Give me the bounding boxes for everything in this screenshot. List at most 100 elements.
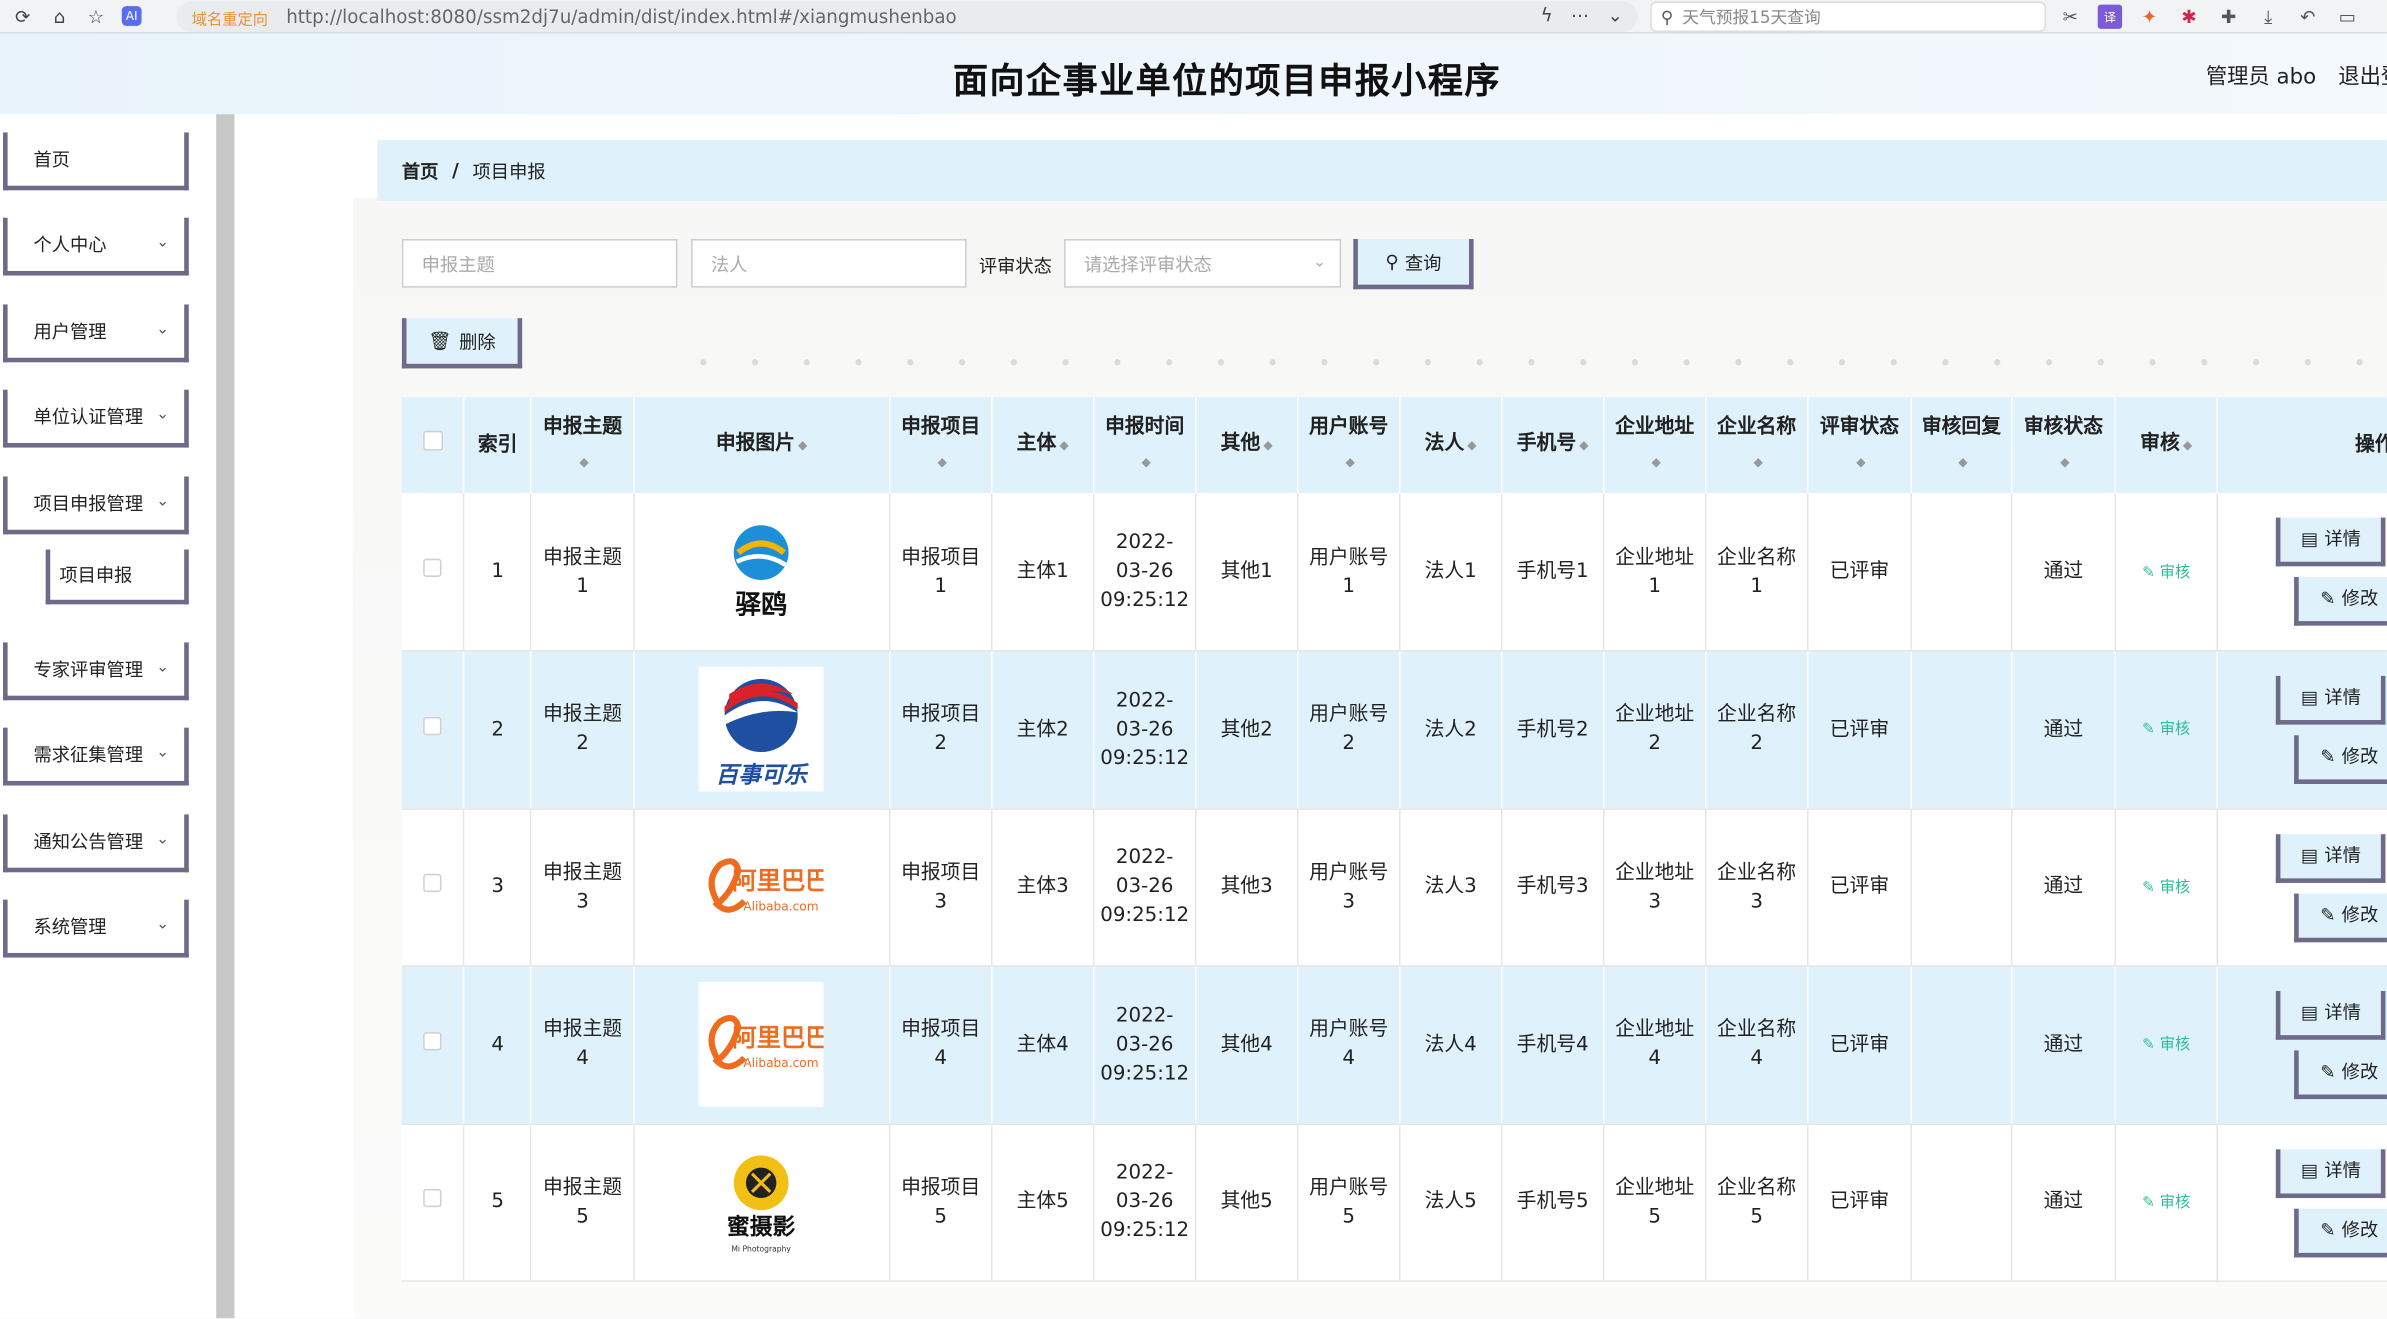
sort-icon[interactable]: ◆ [2183, 438, 2192, 452]
detail-button[interactable]: ▤ 详情 [2276, 675, 2386, 725]
translate-icon[interactable]: 译 [2097, 4, 2123, 29]
row-checkbox[interactable] [423, 874, 442, 893]
logout-link[interactable]: 退出登 [2338, 61, 2387, 91]
audit-link[interactable]: ✎ 审核 [2142, 1037, 2190, 1054]
status-select[interactable]: 请选择评审状态 ⌄ [1064, 239, 1342, 288]
sort-icon[interactable]: ◆ [798, 438, 807, 452]
sidebar-item-unit-auth[interactable]: 单位认证管理 ⌄ [3, 389, 189, 448]
column-header[interactable]: 申报时间◆ [1093, 397, 1197, 494]
lightning-icon[interactable]: ϟ [1541, 5, 1553, 26]
edit-button[interactable]: ✎ 修改 [2294, 735, 2387, 784]
table-row[interactable]: 4 申报主题4 阿里巴巴 Alibaba.com 申报项目4 主体4 2022-0… [401, 965, 2387, 1125]
ai-icon[interactable]: AI [121, 6, 142, 26]
audit-cell[interactable]: ✎ 审核 [2114, 965, 2219, 1125]
detail-button[interactable]: ▤ 详情 [2276, 991, 2386, 1040]
sort-icon[interactable]: ◆ [938, 455, 947, 469]
undo-icon[interactable]: ↶ [2296, 5, 2320, 29]
column-header[interactable]: 用户账号◆ [1297, 397, 1401, 494]
delete-button[interactable]: 🗑 删除 [401, 318, 523, 369]
sort-icon[interactable]: ◆ [1263, 438, 1272, 452]
sidebar-item-system[interactable]: 系统管理 ⌄ [3, 899, 189, 958]
sort-icon[interactable]: ◆ [579, 455, 588, 469]
sort-icon[interactable]: ◆ [1467, 438, 1476, 452]
row-checkbox[interactable] [423, 716, 442, 735]
column-header[interactable]: 申报项目◆ [889, 397, 993, 494]
column-header[interactable]: 主体 ◆ [992, 397, 1095, 494]
sidebar-scrollbar[interactable] [216, 114, 235, 1319]
column-header[interactable]: 审核回复◆ [1910, 397, 2013, 494]
url-text[interactable]: http://localhost:8080/ssm2dj7u/admin/dis… [286, 6, 957, 27]
query-button[interactable]: ⚲ 查询 [1353, 239, 1474, 290]
row-checkbox[interactable] [423, 558, 442, 577]
table-row[interactable]: 1 申报主题1 驿鸥 申报项目1 主体1 2022-03-26 09:25:12… [401, 493, 2387, 652]
audit-link[interactable]: ✎ 审核 [2142, 722, 2190, 739]
column-header[interactable]: 索引 [464, 397, 532, 494]
audit-link[interactable]: ✎ 审核 [2142, 564, 2190, 581]
column-header[interactable]: 审核状态◆ [2012, 397, 2116, 494]
audit-cell[interactable]: ✎ 审核 [2114, 1123, 2219, 1282]
column-header[interactable]: 法人 ◆ [1400, 397, 1503, 494]
legal-search-input[interactable]: 法人 [691, 239, 967, 288]
sort-icon[interactable]: ◆ [1651, 455, 1660, 469]
chevron-down-icon[interactable]: ⌄ [1607, 5, 1622, 26]
column-header[interactable]: 申报图片 ◆ [633, 397, 891, 494]
column-header[interactable]: 评审状态◆ [1808, 397, 1912, 494]
row-select-cell[interactable] [401, 493, 465, 652]
sort-icon[interactable]: ◆ [1579, 438, 1588, 452]
sort-icon[interactable]: ◆ [1059, 438, 1068, 452]
column-header[interactable]: 其他 ◆ [1196, 397, 1299, 494]
table-row[interactable]: 3 申报主题3 阿里巴巴 Alibaba.com 申报项目3 主体3 2022-0… [401, 808, 2387, 967]
edit-button[interactable]: ✎ 修改 [2294, 1050, 2387, 1100]
favorite-icon[interactable]: ☆ [82, 5, 109, 26]
home-icon[interactable]: ⌂ [46, 5, 73, 26]
row-select-cell[interactable] [401, 650, 465, 810]
sidebar-item-notice[interactable]: 通知公告管理 ⌄ [3, 814, 189, 873]
sort-icon[interactable]: ◆ [1142, 455, 1151, 469]
sort-icon[interactable]: ◆ [1856, 455, 1865, 469]
game-icon[interactable]: ✦ [2137, 5, 2161, 29]
audit-cell[interactable]: ✎ 审核 [2114, 493, 2219, 652]
sort-icon[interactable]: ◆ [1958, 455, 1967, 469]
select-all-cell[interactable] [401, 397, 465, 494]
detail-button[interactable]: ▤ 详情 [2276, 1148, 2386, 1198]
window-icon[interactable]: ▭ [2335, 5, 2359, 29]
table-row[interactable]: 5 申报主题5 蜜摄影 Mi Photography 申报项目5 主体5 2022… [401, 1123, 2387, 1282]
column-header[interactable]: 企业地址◆ [1604, 397, 1707, 494]
edit-button[interactable]: ✎ 修改 [2294, 576, 2387, 626]
audit-link[interactable]: ✎ 审核 [2142, 880, 2190, 897]
column-header[interactable]: 企业名称◆ [1705, 397, 1809, 494]
column-header[interactable]: 申报主题◆ [531, 397, 635, 494]
subject-search-input[interactable]: 申报主题 [401, 239, 678, 288]
table-row[interactable]: 2 申报主题2 百事可乐 申报项目2 主体2 2022-03-26 09:25:… [401, 650, 2387, 810]
breadcrumb-home[interactable]: 首页 [402, 158, 439, 184]
edit-button[interactable]: ✎ 修改 [2294, 1207, 2387, 1257]
more-icon[interactable]: ⋯ [1571, 5, 1589, 26]
sidebar-item-expert-review[interactable]: 专家评审管理 ⌄ [3, 642, 189, 701]
column-header[interactable]: 手机号 ◆ [1501, 397, 1605, 494]
audit-cell[interactable]: ✎ 审核 [2114, 808, 2219, 967]
reload-icon[interactable]: ⟳ [9, 5, 36, 26]
grid-icon[interactable]: ✱ [2177, 5, 2201, 29]
row-select-cell[interactable] [401, 1123, 465, 1282]
row-checkbox[interactable] [423, 1031, 442, 1051]
scissors-icon[interactable]: ✂ [2058, 5, 2082, 29]
audit-link[interactable]: ✎ 审核 [2142, 1195, 2190, 1212]
sidebar-item-users[interactable]: 用户管理 ⌄ [3, 304, 189, 363]
detail-button[interactable]: ▤ 详情 [2276, 517, 2386, 567]
puzzle-icon[interactable]: ✚ [2216, 5, 2240, 29]
row-select-cell[interactable] [401, 965, 465, 1125]
audit-cell[interactable]: ✎ 审核 [2114, 650, 2219, 810]
download-icon[interactable]: ⤓ [2256, 5, 2280, 29]
row-select-cell[interactable] [401, 808, 465, 967]
browser-search-input[interactable]: ⚲ 天气预报15天查询 [1650, 1, 2046, 32]
column-header[interactable]: 审核 ◆ [2114, 397, 2219, 494]
sort-icon[interactable]: ◆ [1753, 455, 1762, 469]
edit-button[interactable]: ✎ 修改 [2294, 892, 2387, 942]
sidebar-item-demand[interactable]: 需求征集管理 ⌄ [3, 727, 189, 786]
address-bar[interactable]: 域名重定向 http://localhost:8080/ssm2dj7u/adm… [176, 1, 1638, 32]
sidebar-item-project-management[interactable]: 项目申报管理 ⌄ [3, 476, 189, 535]
row-checkbox[interactable] [423, 1189, 442, 1208]
sidebar-item-home[interactable]: 首页 [3, 132, 189, 191]
sort-icon[interactable]: ◆ [2060, 455, 2069, 469]
select-all-checkbox[interactable] [422, 430, 443, 450]
